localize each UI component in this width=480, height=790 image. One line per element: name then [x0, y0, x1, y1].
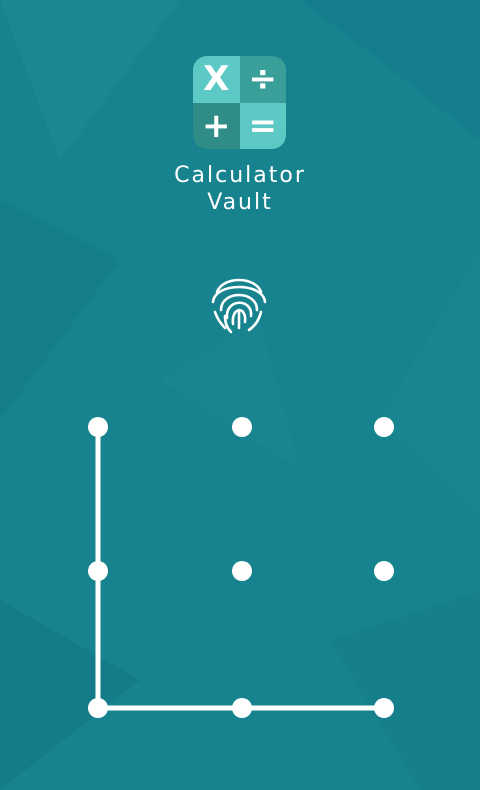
pattern-dot-7[interactable] [88, 698, 108, 718]
pattern-lock[interactable] [0, 380, 480, 760]
pattern-dot-6[interactable] [374, 561, 394, 581]
pattern-dot-3[interactable] [374, 417, 394, 437]
multiply-symbol: X [193, 56, 240, 103]
app-title-line2: Vault [207, 190, 273, 215]
divide-symbol: ÷ [239, 56, 286, 103]
pattern-dot-9[interactable] [374, 698, 394, 718]
plus-symbol: + [193, 102, 240, 149]
pattern-dot-1[interactable] [88, 417, 108, 437]
pattern-dot-4[interactable] [88, 561, 108, 581]
equals-symbol: = [239, 102, 286, 149]
app-logo: X ÷ + = [193, 56, 286, 149]
pattern-dot-8[interactable] [232, 698, 252, 718]
pattern-dot-2[interactable] [232, 417, 252, 437]
fingerprint-icon[interactable] [203, 266, 275, 338]
app-title: Calculator Vault [0, 162, 480, 216]
pattern-dot-5[interactable] [232, 561, 252, 581]
app-title-line1: Calculator [174, 163, 306, 188]
